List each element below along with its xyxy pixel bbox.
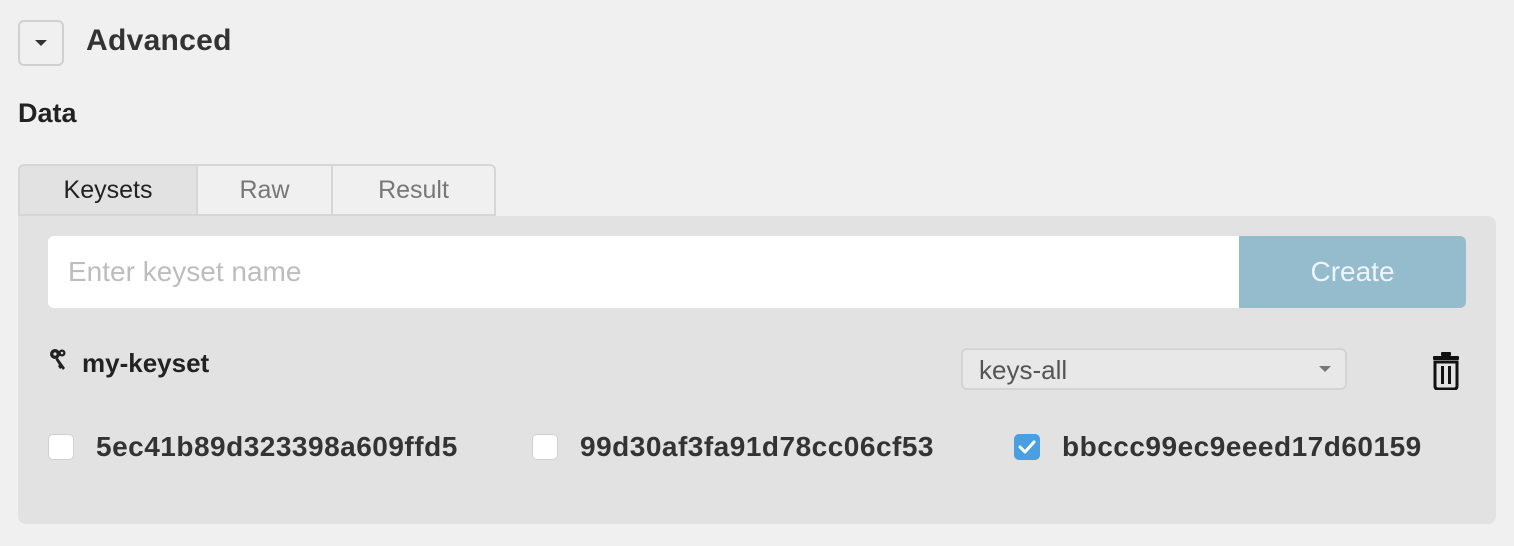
predicate-select[interactable]: keys-all <box>961 348 1347 390</box>
key-item: 99d30af3fa91d78cc06cf53 <box>532 430 984 464</box>
key-text: 5ec41b89d323398a609ffd5 <box>96 431 458 462</box>
key-text: bbccc99ec9eeed17d60159 <box>1062 431 1422 462</box>
keyset-name-input[interactable] <box>48 236 1240 308</box>
predicate-select-value: keys-all <box>979 355 1068 385</box>
advanced-toggle-button[interactable] <box>18 20 64 66</box>
key-item: bbccc99ec9eeed17d60159 <box>1014 430 1466 464</box>
keyset-name: my-keyset <box>82 348 210 378</box>
key-checkbox-checked[interactable] <box>1014 434 1040 460</box>
advanced-title: Advanced <box>86 24 232 57</box>
key-item: 5ec41b89d323398a609ffd5 <box>48 430 500 464</box>
key-checkbox[interactable] <box>48 434 74 460</box>
caret-down-icon <box>35 40 47 46</box>
data-tabs: Keysets Raw Result <box>18 164 496 216</box>
tab-raw[interactable]: Raw <box>198 164 333 216</box>
create-keyset-button[interactable]: Create <box>1239 236 1466 308</box>
keysets-panel: Create my-keyset keys-all 5ec41b89d32339… <box>18 216 1496 524</box>
chevron-down-icon <box>1319 366 1331 372</box>
key-icon <box>50 349 66 370</box>
tab-result[interactable]: Result <box>333 164 496 216</box>
checkmark-icon <box>1018 440 1036 454</box>
key-text: 99d30af3fa91d78cc06cf53 <box>580 431 934 462</box>
trash-icon[interactable] <box>1431 350 1461 390</box>
tab-keysets[interactable]: Keysets <box>18 164 198 216</box>
key-checkbox[interactable] <box>532 434 558 460</box>
data-section-label: Data <box>18 98 77 128</box>
